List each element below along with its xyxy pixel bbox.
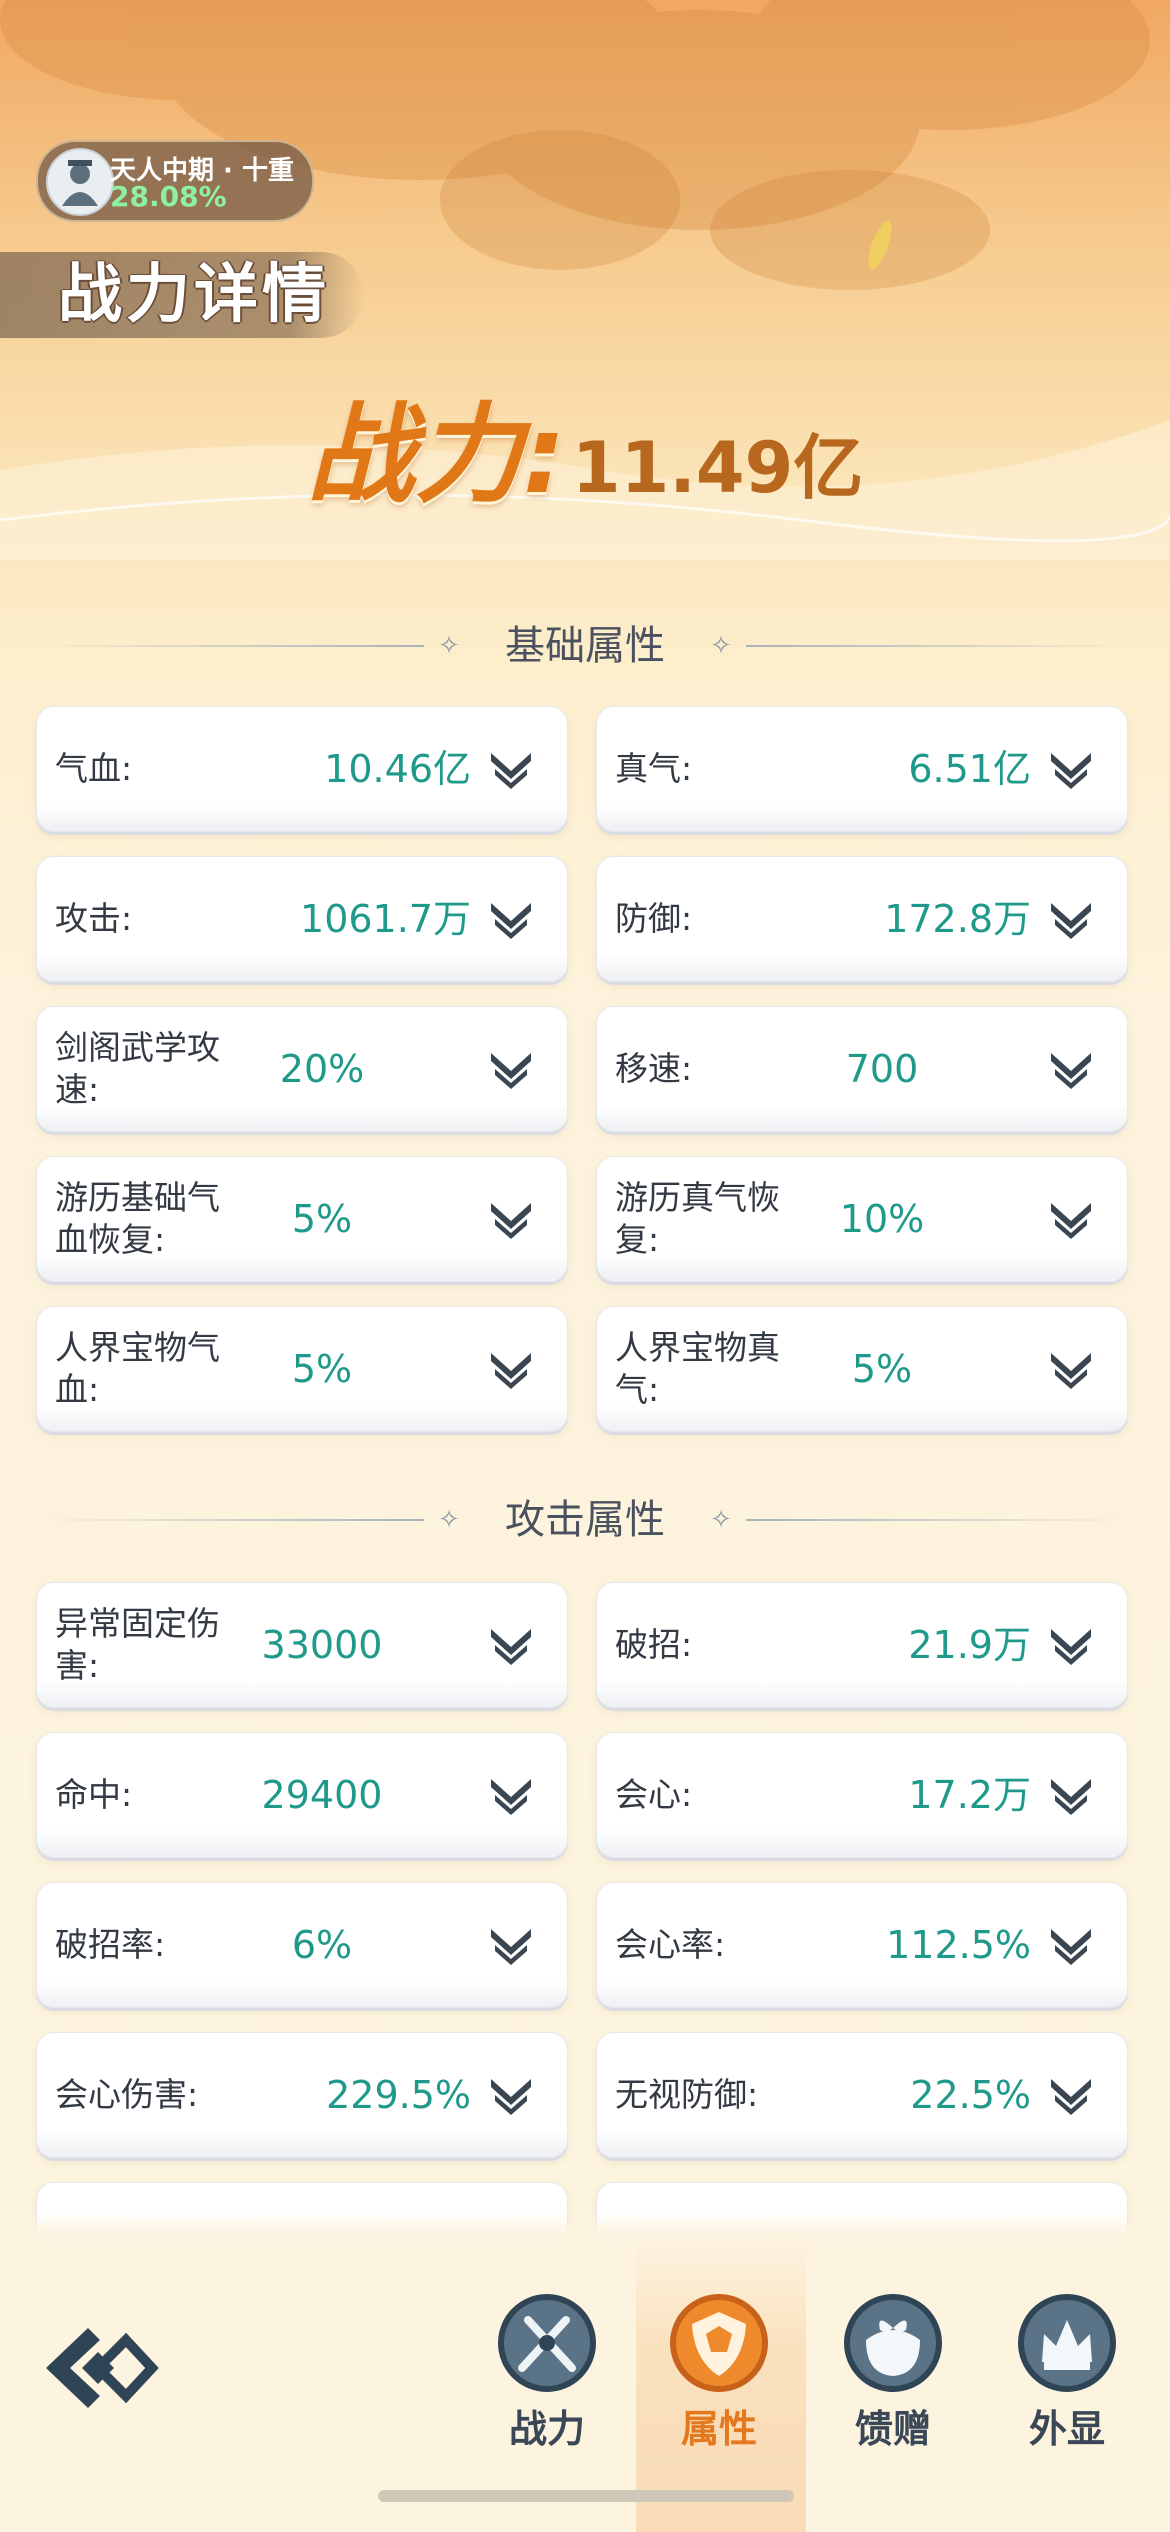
stat-label: 会心: [615, 1775, 693, 1814]
tab-gifts[interactable]: 馈赠 [818, 2280, 968, 2451]
tab-label: 战力 [508, 2407, 585, 2451]
stat-value: 6% [291, 1923, 353, 1967]
diamond-icon: ✧ [710, 631, 732, 661]
stat-label: 攻击: [55, 899, 133, 938]
page-title: 战力详情 [58, 258, 330, 332]
stat-label: 移速: [615, 1049, 693, 1088]
home-indicator[interactable] [378, 2490, 794, 2502]
stat-label: 游历真气恢复: [615, 1178, 780, 1259]
stat-card-travel-qi-regen[interactable]: 游历真气恢复: 10% [596, 1156, 1128, 1282]
chevron-down-icon[interactable] [1045, 1195, 1097, 1243]
stat-label: 命中: [55, 1775, 133, 1814]
menu-logo-icon[interactable] [38, 2318, 160, 2418]
chevron-down-icon[interactable] [1045, 745, 1097, 793]
stat-value: 22.5% [910, 2073, 1031, 2117]
stat-value: 5% [851, 1347, 913, 1391]
stat-card-treasure-qi[interactable]: 人界宝物真气: 5% [596, 1306, 1128, 1432]
chevron-down-icon[interactable] [485, 1045, 537, 1093]
stat-card-travel-hp-regen[interactable]: 游历基础气血恢复: 5% [36, 1156, 568, 1282]
tab-attributes[interactable]: 属性 [644, 2280, 794, 2451]
tab-label: 外显 [1028, 2407, 1105, 2451]
stat-value: 20% [279, 1047, 365, 1091]
rank-badge[interactable]: 天人中期 · 十重 28.08% [36, 140, 314, 222]
diamond-icon: ✧ [710, 1505, 732, 1535]
chevron-down-icon[interactable] [485, 1921, 537, 1969]
stat-value: 10% [839, 1197, 925, 1241]
tab-label: 馈赠 [854, 2407, 931, 2451]
chevron-down-icon[interactable] [485, 1345, 537, 1393]
stat-label: 人界宝物气血: [55, 1328, 220, 1409]
stat-label: 剑阁武学攻速: [55, 1028, 220, 1109]
stat-value: 17.2万 [908, 1773, 1031, 1817]
stat-card-qi[interactable]: 真气: 6.51亿 [596, 706, 1128, 832]
chevron-down-icon[interactable] [485, 745, 537, 793]
avatar [46, 148, 114, 216]
power-value: 11.49亿 [571, 427, 864, 509]
chevron-down-icon[interactable] [1045, 1921, 1097, 1969]
stat-value: 1061.7万 [300, 897, 471, 941]
stat-value: 5% [291, 1347, 353, 1391]
stat-card-break[interactable]: 破招: 21.9万 [596, 1582, 1128, 1708]
stat-card-attack-speed[interactable]: 剑阁武学攻速: 20% [36, 1006, 568, 1132]
gift-icon [844, 2294, 942, 2392]
rank-progress: 28.08% [110, 180, 227, 213]
tab-label: 属性 [680, 2407, 757, 2451]
stat-card-abnormal-damage[interactable]: 异常固定伤害: 33000 [36, 1582, 568, 1708]
stat-label: 会心率: [615, 1925, 726, 1964]
tab-power[interactable]: 战力 [472, 2280, 622, 2451]
stat-value: 172.8万 [884, 897, 1031, 941]
stat-value: 33000 [261, 1623, 383, 1667]
section-header-basic: ✧ 基础属性 ✧ [0, 616, 1170, 676]
stat-label: 破招率: [55, 1925, 166, 1964]
chevron-down-icon[interactable] [1045, 2071, 1097, 2119]
stat-label: 防御: [615, 899, 693, 938]
stat-card-move-speed[interactable]: 移速: 700 [596, 1006, 1128, 1132]
divider-line [746, 1519, 1134, 1521]
stat-value: 5% [291, 1197, 353, 1241]
chevron-down-icon[interactable] [1045, 895, 1097, 943]
chevron-down-icon[interactable] [485, 1771, 537, 1819]
chevron-down-icon[interactable] [1045, 1345, 1097, 1393]
stat-label: 破招: [615, 1625, 693, 1664]
power-label: 战力: [306, 393, 566, 518]
stat-label: 人界宝物真气: [615, 1328, 780, 1409]
tab-appearance[interactable]: 外显 [992, 2280, 1142, 2451]
shield-icon [670, 2294, 768, 2392]
chevron-down-icon[interactable] [485, 895, 537, 943]
stat-card-hp[interactable]: 气血: 10.46亿 [36, 706, 568, 832]
chevron-down-icon[interactable] [485, 2071, 537, 2119]
stat-value: 112.5% [886, 1923, 1031, 1967]
divider-line [746, 645, 1134, 647]
stat-label: 异常固定伤害: [55, 1604, 220, 1685]
stat-card-treasure-hp[interactable]: 人界宝物气血: 5% [36, 1306, 568, 1432]
stat-value: 29400 [261, 1773, 383, 1817]
chevron-down-icon[interactable] [1045, 1771, 1097, 1819]
power-summary: 战力:11.49亿 [0, 368, 1170, 524]
stat-label: 气血: [55, 749, 133, 788]
chevron-down-icon[interactable] [1045, 1045, 1097, 1093]
stat-value: 229.5% [326, 2073, 471, 2117]
stat-value: 6.51亿 [908, 747, 1031, 791]
stat-value: 700 [845, 1047, 919, 1091]
stat-card-crit-damage[interactable]: 会心伤害: 229.5% [36, 2032, 568, 2158]
stat-label: 真气: [615, 749, 693, 788]
stat-card-crit-rate[interactable]: 会心率: 112.5% [596, 1882, 1128, 2008]
chevron-down-icon[interactable] [485, 1195, 537, 1243]
stat-label: 无视防御: [615, 2075, 759, 2114]
stat-card-ignore-defense[interactable]: 无视防御: 22.5% [596, 2032, 1128, 2158]
stat-label: 会心伤害: [55, 2075, 199, 2114]
chevron-down-icon[interactable] [485, 1621, 537, 1669]
stat-card-crit[interactable]: 会心: 17.2万 [596, 1732, 1128, 1858]
stat-label: 游历基础气血恢复: [55, 1178, 220, 1259]
stat-card-break-rate[interactable]: 破招率: 6% [36, 1882, 568, 2008]
chevron-down-icon[interactable] [1045, 1621, 1097, 1669]
stat-card-attack[interactable]: 攻击: 1061.7万 [36, 856, 568, 982]
stat-value: 21.9万 [908, 1623, 1031, 1667]
section-header-attack: ✧ 攻击属性 ✧ [0, 1490, 1170, 1550]
swords-icon [498, 2294, 596, 2392]
stat-card-hit[interactable]: 命中: 29400 [36, 1732, 568, 1858]
crown-icon [1018, 2294, 1116, 2392]
stat-value: 10.46亿 [324, 747, 471, 791]
stat-card-defense[interactable]: 防御: 172.8万 [596, 856, 1128, 982]
